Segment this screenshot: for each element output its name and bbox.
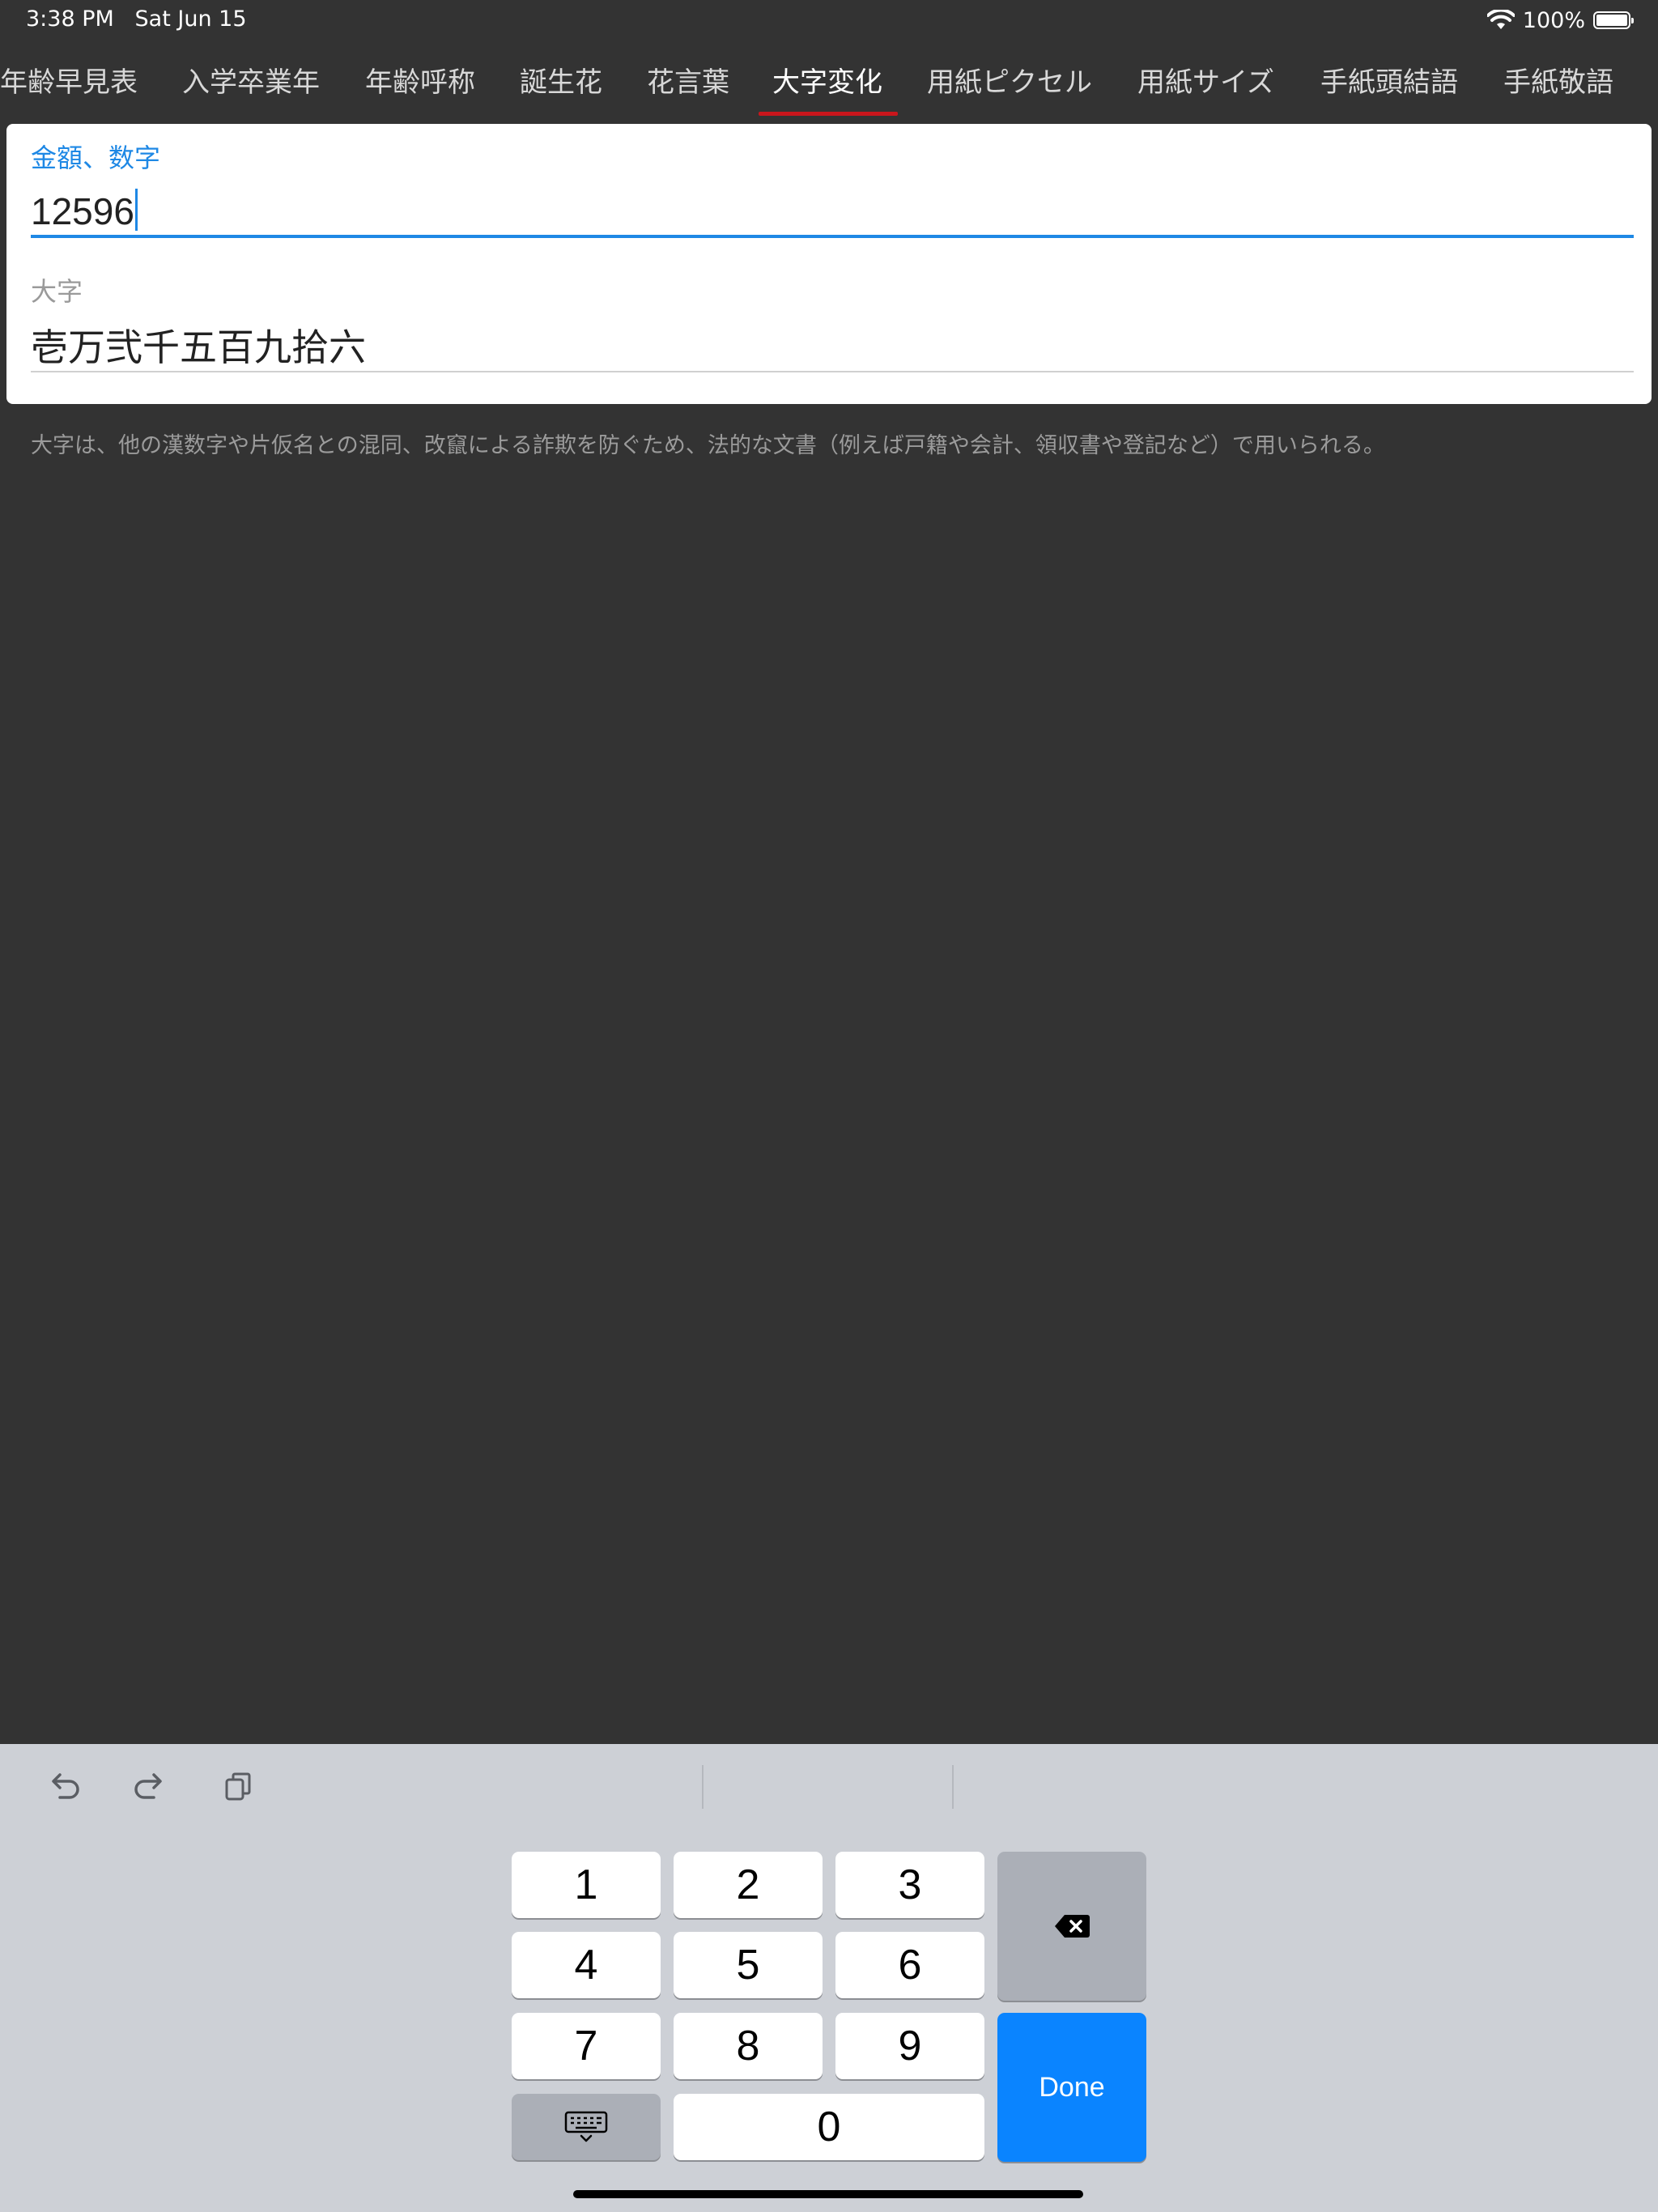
- key-2[interactable]: 2: [674, 1852, 823, 1918]
- status-time-text: 3:38 PM: [26, 6, 114, 32]
- tab-letter-openings[interactable]: 手紙頭結語: [1320, 49, 1458, 121]
- key-3[interactable]: 3: [835, 1852, 984, 1918]
- key-4[interactable]: 4: [512, 1932, 661, 1998]
- battery-icon: [1593, 11, 1634, 29]
- active-tab-indicator: [759, 112, 898, 116]
- toolbar-divider: [952, 1765, 954, 1809]
- redo-icon[interactable]: [130, 1767, 170, 1807]
- tab-label: 入学卒業年: [182, 66, 320, 99]
- daiji-explanation: 大字は、他の漢数字や片仮名との混同、改竄による詐欺を防ぐため、法的な文書（例えば…: [31, 433, 1385, 458]
- wifi-icon: [1486, 10, 1515, 29]
- home-indicator[interactable]: [573, 2190, 1083, 2198]
- tab-label: 年齢呼称: [365, 66, 475, 99]
- tab-label: 年齢早見表: [0, 66, 138, 99]
- tab-school-years[interactable]: 入学卒業年: [182, 49, 320, 121]
- toolbar-divider: [702, 1765, 704, 1809]
- daiji-output[interactable]: 壱万弐千五百九拾六: [31, 318, 366, 372]
- key-8[interactable]: 8: [674, 2013, 823, 2079]
- tab-label: 用紙サイズ: [1137, 66, 1274, 99]
- tab-label: 大字変化: [772, 66, 882, 99]
- daiji-output-underline: [31, 371, 1634, 372]
- status-bar: 3:38 PM Sat Jun 15 100%: [0, 0, 1658, 40]
- keyboard-dismiss-icon: [564, 2111, 608, 2142]
- tab-label: 誕生花: [520, 66, 602, 99]
- tab-flower-language[interactable]: 花言葉: [647, 49, 729, 121]
- tab-paper-size[interactable]: 用紙サイズ: [1137, 49, 1274, 121]
- text-caret: [134, 189, 138, 231]
- status-time: 3:38 PM Sat Jun 15: [26, 6, 247, 32]
- amount-input[interactable]: 12596: [31, 189, 1634, 237]
- daiji-label: 大字: [31, 276, 83, 307]
- key-1[interactable]: 1: [512, 1852, 661, 1918]
- amount-value: 12596: [31, 190, 134, 232]
- battery-percent: 100%: [1522, 7, 1585, 33]
- key-6[interactable]: 6: [835, 1932, 984, 1998]
- tab-label: 花言葉: [647, 66, 729, 99]
- done-key[interactable]: Done: [997, 2013, 1146, 2162]
- paste-icon[interactable]: [219, 1767, 259, 1807]
- tab-label: 手紙敬語: [1503, 66, 1613, 99]
- amount-label: 金額、数字: [31, 143, 161, 173]
- conversion-card: 金額、数字 12596 大字 壱万弐千五百九拾六: [6, 124, 1652, 404]
- tab-birth-flowers[interactable]: 誕生花: [520, 49, 602, 121]
- status-date-text: Sat Jun 15: [134, 6, 247, 32]
- tab-letter-honorifics[interactable]: 手紙敬語: [1503, 49, 1613, 121]
- key-5[interactable]: 5: [674, 1932, 823, 1998]
- key-0[interactable]: 0: [674, 2094, 984, 2160]
- tab-daiji[interactable]: 大字変化: [772, 49, 882, 121]
- amount-input-underline: [31, 235, 1634, 238]
- delete-icon: [1055, 1915, 1090, 1938]
- dismiss-keyboard-key[interactable]: [512, 2094, 661, 2160]
- delete-key[interactable]: [997, 1852, 1146, 2001]
- undo-icon[interactable]: [44, 1767, 84, 1807]
- tab-label: 用紙ピクセル: [927, 66, 1092, 99]
- tab-paper-pixels[interactable]: 用紙ピクセル: [927, 49, 1092, 121]
- status-right: 100%: [1486, 6, 1634, 34]
- key-9[interactable]: 9: [835, 2013, 984, 2079]
- tab-age-table[interactable]: 年齢早見表: [0, 49, 138, 121]
- key-7[interactable]: 7: [512, 2013, 661, 2079]
- tab-bar: 年齢早見表 入学卒業年 年齢呼称 誕生花 花言葉 大字変化 用紙ピクセル 用紙サ…: [0, 49, 1658, 121]
- tab-label: 手紙頭結語: [1320, 66, 1458, 99]
- tab-age-names[interactable]: 年齢呼称: [365, 49, 475, 121]
